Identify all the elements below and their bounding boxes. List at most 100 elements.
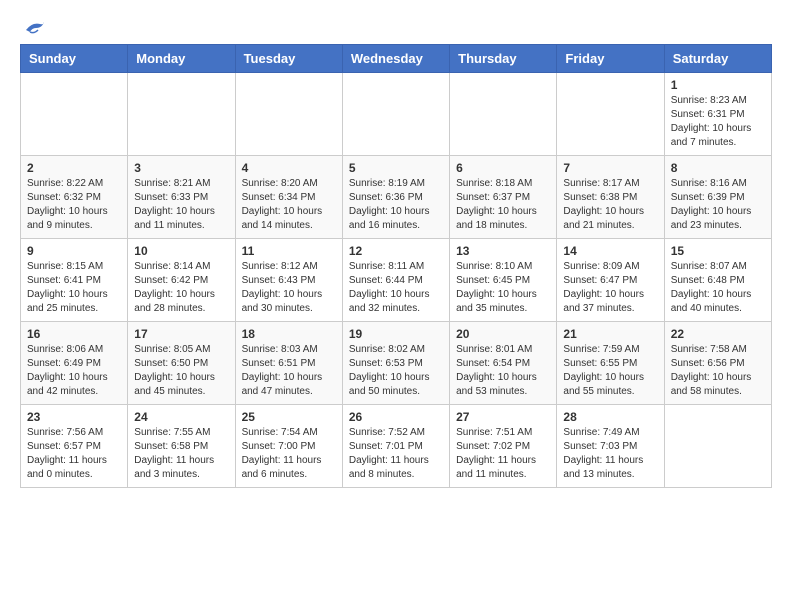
day-info: Sunrise: 8:09 AMSunset: 6:47 PMDaylight:…	[563, 260, 657, 316]
calendar-cell	[128, 73, 235, 156]
day-info: Sunrise: 8:20 AMSunset: 6:34 PMDaylight:…	[242, 177, 336, 233]
calendar-cell: 2Sunrise: 8:22 AMSunset: 6:32 PMDaylight…	[21, 156, 128, 239]
day-number: 23	[27, 410, 121, 424]
calendar-cell	[21, 73, 128, 156]
day-number: 4	[242, 161, 336, 175]
day-number: 25	[242, 410, 336, 424]
calendar-cell: 23 Sunrise: 7:56 AMSunset: 6:57 PMDayligh…	[21, 405, 128, 488]
calendar-cell	[557, 73, 664, 156]
day-number: 22	[671, 327, 765, 341]
day-number: 10	[134, 244, 228, 258]
calendar-cell: 26 Sunrise: 7:52 AMSunset: 7:01 PMDayligh…	[342, 405, 449, 488]
header	[20, 20, 772, 34]
calendar-cell: 18 Sunrise: 8:03 AMSunset: 6:51 PMDayligh…	[235, 322, 342, 405]
calendar-body: 1 Sunrise: 8:23 AMSunset: 6:31 PMDaylight…	[21, 73, 772, 488]
day-info: Sunrise: 8:21 AMSunset: 6:33 PMDaylight:…	[134, 177, 228, 233]
day-number: 15	[671, 244, 765, 258]
calendar-cell: 28 Sunrise: 7:49 AMSunset: 7:03 PMDayligh…	[557, 405, 664, 488]
day-info: Sunrise: 7:54 AMSunset: 7:00 PMDaylight:…	[242, 426, 336, 482]
calendar-cell	[664, 405, 771, 488]
day-info: Sunrise: 7:52 AMSunset: 7:01 PMDaylight:…	[349, 426, 443, 482]
calendar-table: SundayMondayTuesdayWednesdayThursdayFrid…	[20, 44, 772, 488]
day-number: 19	[349, 327, 443, 341]
day-number: 14	[563, 244, 657, 258]
day-number: 17	[134, 327, 228, 341]
calendar-cell: 8 Sunrise: 8:16 AMSunset: 6:39 PMDaylight…	[664, 156, 771, 239]
day-info: Sunrise: 7:55 AMSunset: 6:58 PMDaylight:…	[134, 426, 228, 482]
week-row-4: 23 Sunrise: 7:56 AMSunset: 6:57 PMDayligh…	[21, 405, 772, 488]
day-info: Sunrise: 8:10 AMSunset: 6:45 PMDaylight:…	[456, 260, 550, 316]
day-info: Sunrise: 8:15 AMSunset: 6:41 PMDaylight:…	[27, 260, 121, 316]
weekday-header-thursday: Thursday	[450, 45, 557, 73]
day-number: 6	[456, 161, 550, 175]
calendar-cell: 11Sunrise: 8:12 AMSunset: 6:43 PMDayligh…	[235, 239, 342, 322]
weekday-header-monday: Monday	[128, 45, 235, 73]
day-number: 20	[456, 327, 550, 341]
calendar-cell: 27 Sunrise: 7:51 AMSunset: 7:02 PMDayligh…	[450, 405, 557, 488]
week-row-3: 16Sunrise: 8:06 AMSunset: 6:49 PMDayligh…	[21, 322, 772, 405]
calendar-cell: 9 Sunrise: 8:15 AMSunset: 6:41 PMDaylight…	[21, 239, 128, 322]
day-number: 9	[27, 244, 121, 258]
day-info: Sunrise: 7:51 AMSunset: 7:02 PMDaylight:…	[456, 426, 550, 482]
day-info: Sunrise: 8:07 AMSunset: 6:48 PMDaylight:…	[671, 260, 765, 316]
day-number: 1	[671, 78, 765, 92]
day-info: Sunrise: 8:19 AMSunset: 6:36 PMDaylight:…	[349, 177, 443, 233]
calendar-cell	[235, 73, 342, 156]
day-number: 18	[242, 327, 336, 341]
day-info: Sunrise: 7:56 AMSunset: 6:57 PMDaylight:…	[27, 426, 121, 482]
calendar-cell: 24 Sunrise: 7:55 AMSunset: 6:58 PMDayligh…	[128, 405, 235, 488]
day-info: Sunrise: 7:59 AMSunset: 6:55 PMDaylight:…	[563, 343, 657, 399]
day-number: 24	[134, 410, 228, 424]
calendar-cell: 20Sunrise: 8:01 AMSunset: 6:54 PMDayligh…	[450, 322, 557, 405]
calendar-cell: 12Sunrise: 8:11 AMSunset: 6:44 PMDayligh…	[342, 239, 449, 322]
day-number: 5	[349, 161, 443, 175]
calendar-cell: 19 Sunrise: 8:02 AMSunset: 6:53 PMDayligh…	[342, 322, 449, 405]
weekday-header-sunday: Sunday	[21, 45, 128, 73]
day-info: Sunrise: 8:23 AMSunset: 6:31 PMDaylight:…	[671, 94, 765, 150]
week-row-0: 1 Sunrise: 8:23 AMSunset: 6:31 PMDaylight…	[21, 73, 772, 156]
calendar-cell: 16Sunrise: 8:06 AMSunset: 6:49 PMDayligh…	[21, 322, 128, 405]
logo-bird-icon	[24, 20, 46, 38]
day-info: Sunrise: 7:58 AMSunset: 6:56 PMDaylight:…	[671, 343, 765, 399]
weekday-header-saturday: Saturday	[664, 45, 771, 73]
day-info: Sunrise: 8:18 AMSunset: 6:37 PMDaylight:…	[456, 177, 550, 233]
day-number: 13	[456, 244, 550, 258]
logo	[20, 20, 46, 34]
calendar-cell: 5 Sunrise: 8:19 AMSunset: 6:36 PMDaylight…	[342, 156, 449, 239]
day-info: Sunrise: 8:11 AMSunset: 6:44 PMDaylight:…	[349, 260, 443, 316]
day-info: Sunrise: 8:17 AMSunset: 6:38 PMDaylight:…	[563, 177, 657, 233]
calendar-cell: 25 Sunrise: 7:54 AMSunset: 7:00 PMDayligh…	[235, 405, 342, 488]
day-info: Sunrise: 8:03 AMSunset: 6:51 PMDaylight:…	[242, 343, 336, 399]
weekday-header-row: SundayMondayTuesdayWednesdayThursdayFrid…	[21, 45, 772, 73]
day-number: 7	[563, 161, 657, 175]
calendar-cell: 13 Sunrise: 8:10 AMSunset: 6:45 PMDayligh…	[450, 239, 557, 322]
day-number: 21	[563, 327, 657, 341]
week-row-1: 2Sunrise: 8:22 AMSunset: 6:32 PMDaylight…	[21, 156, 772, 239]
day-info: Sunrise: 7:49 AMSunset: 7:03 PMDaylight:…	[563, 426, 657, 482]
calendar-cell	[342, 73, 449, 156]
day-number: 11	[242, 244, 336, 258]
day-number: 8	[671, 161, 765, 175]
day-number: 28	[563, 410, 657, 424]
calendar-cell: 15 Sunrise: 8:07 AMSunset: 6:48 PMDayligh…	[664, 239, 771, 322]
calendar-cell: 1 Sunrise: 8:23 AMSunset: 6:31 PMDaylight…	[664, 73, 771, 156]
calendar-cell: 21 Sunrise: 7:59 AMSunset: 6:55 PMDayligh…	[557, 322, 664, 405]
day-number: 27	[456, 410, 550, 424]
day-info: Sunrise: 8:05 AMSunset: 6:50 PMDaylight:…	[134, 343, 228, 399]
calendar-cell: 4 Sunrise: 8:20 AMSunset: 6:34 PMDaylight…	[235, 156, 342, 239]
day-info: Sunrise: 8:16 AMSunset: 6:39 PMDaylight:…	[671, 177, 765, 233]
calendar-cell: 6 Sunrise: 8:18 AMSunset: 6:37 PMDaylight…	[450, 156, 557, 239]
day-number: 26	[349, 410, 443, 424]
calendar-cell: 22 Sunrise: 7:58 AMSunset: 6:56 PMDayligh…	[664, 322, 771, 405]
day-number: 16	[27, 327, 121, 341]
day-info: Sunrise: 8:22 AMSunset: 6:32 PMDaylight:…	[27, 177, 121, 233]
weekday-header-wednesday: Wednesday	[342, 45, 449, 73]
calendar-cell: 3 Sunrise: 8:21 AMSunset: 6:33 PMDaylight…	[128, 156, 235, 239]
day-info: Sunrise: 8:14 AMSunset: 6:42 PMDaylight:…	[134, 260, 228, 316]
day-number: 3	[134, 161, 228, 175]
calendar-cell: 7 Sunrise: 8:17 AMSunset: 6:38 PMDaylight…	[557, 156, 664, 239]
calendar-cell	[450, 73, 557, 156]
week-row-2: 9 Sunrise: 8:15 AMSunset: 6:41 PMDaylight…	[21, 239, 772, 322]
day-info: Sunrise: 8:02 AMSunset: 6:53 PMDaylight:…	[349, 343, 443, 399]
calendar-cell: 14 Sunrise: 8:09 AMSunset: 6:47 PMDayligh…	[557, 239, 664, 322]
